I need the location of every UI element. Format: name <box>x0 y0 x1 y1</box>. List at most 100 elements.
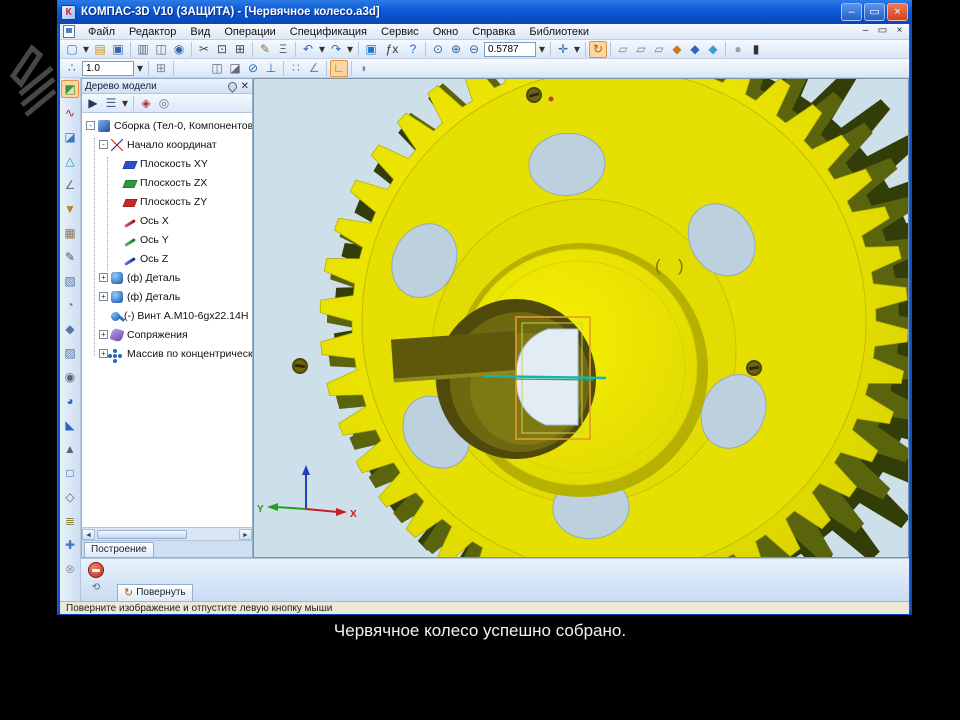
filters-button[interactable]: ▼ <box>61 200 79 218</box>
tree-row[interactable]: - Сборка (Тел-0, Компонентов-6) <box>82 116 252 135</box>
tab-construction[interactable]: Построение <box>84 542 154 557</box>
close-button[interactable]: × <box>887 3 908 21</box>
chamfer-operation-button[interactable]: ◣ <box>61 416 79 434</box>
tree-row[interactable]: + Сопряжения <box>82 325 252 344</box>
relations-view-button[interactable]: ◈ <box>137 95 155 112</box>
zoom-out-button[interactable]: ⊖ <box>465 41 483 58</box>
rib-operation-button[interactable]: ▲ <box>61 440 79 458</box>
redo-button[interactable]: ↷ <box>327 41 345 58</box>
specification-button[interactable]: ▦ <box>61 224 79 242</box>
copy-style-button[interactable]: ✎ <box>256 41 274 58</box>
ortho-mode-button[interactable]: ∟ <box>330 59 348 77</box>
copy-button[interactable]: ⊡ <box>213 41 231 58</box>
tree-expander[interactable]: + <box>99 273 108 282</box>
print-button[interactable]: ▥ <box>134 41 152 58</box>
menu-item-3[interactable]: Операции <box>217 25 282 39</box>
perpendicular-snap-button[interactable]: ⊥ <box>262 60 280 77</box>
mdi-close-button[interactable]: × <box>892 25 907 38</box>
perspective-button[interactable]: ◆ <box>704 41 722 58</box>
refresh-image-button[interactable]: ◗ <box>355 60 373 77</box>
hole-operation-button[interactable]: ◉ <box>61 368 79 386</box>
hidden-lines-button[interactable]: ▱ <box>632 41 650 58</box>
interrupt-command-button[interactable] <box>88 562 104 578</box>
open-document-button[interactable]: ▤ <box>91 41 109 58</box>
menu-item-1[interactable]: Редактор <box>122 25 183 39</box>
cut-button[interactable]: ✂ <box>195 41 213 58</box>
redo-dropdown-button[interactable]: ▾ <box>345 41 355 58</box>
scroll-thumb[interactable] <box>97 529 187 539</box>
variables-button[interactable]: ƒx <box>380 41 404 58</box>
tree-expander[interactable]: - <box>86 121 95 130</box>
section-display-button[interactable]: ◪ <box>226 60 244 77</box>
tab-rotate[interactable]: ↻ Повернуть <box>117 584 193 601</box>
menu-item-0[interactable]: Файл <box>81 25 122 39</box>
dot-grid-button[interactable]: ∷ <box>287 60 305 77</box>
tree-pointer-button[interactable]: ▶ <box>84 95 102 112</box>
extrude-operation-button[interactable]: ▧ <box>61 272 79 290</box>
pan-button[interactable]: ✛ <box>554 41 572 58</box>
shaded-wireframe-button[interactable]: ◆ <box>686 41 704 58</box>
mate-condition-button[interactable]: ✚ <box>61 536 79 554</box>
menu-item-7[interactable]: Справка <box>465 25 522 39</box>
shaded-button[interactable]: ◆ <box>668 41 686 58</box>
menu-item-6[interactable]: Окно <box>426 25 466 39</box>
phantoms-button[interactable]: ◫ <box>208 60 226 77</box>
undo-button[interactable]: ↶ <box>299 41 317 58</box>
current-step-input[interactable] <box>82 60 134 76</box>
tree-row[interactable]: + (ф) Деталь <box>82 287 252 306</box>
menu-item-5[interactable]: Сервис <box>374 25 426 39</box>
tree-expander[interactable]: - <box>99 140 108 149</box>
angle-snap-button[interactable]: ∠ <box>305 60 323 77</box>
minimize-button[interactable]: – <box>841 3 862 21</box>
mdi-restore-button[interactable]: ▭ <box>875 25 890 38</box>
loft-operation-button[interactable]: ▨ <box>61 344 79 362</box>
shell-operation-button[interactable]: □ <box>61 464 79 482</box>
tree-structure-button[interactable]: ☰ <box>102 95 120 112</box>
stop-operation-button[interactable]: ⊗ <box>61 560 79 578</box>
hidden-objects-button[interactable]: ◎ <box>155 95 173 112</box>
pin-icon[interactable] <box>225 79 239 93</box>
wireframe-button[interactable]: ▱ <box>614 41 632 58</box>
print-preview-button[interactable]: ◫ <box>152 41 170 58</box>
rounding-button[interactable]: ⊘ <box>244 60 262 77</box>
step-dropdown-button[interactable]: ▾ <box>135 60 145 77</box>
scroll-right-arrow[interactable]: ► <box>239 528 252 540</box>
auxiliary-geometry-button[interactable]: △ <box>61 152 79 170</box>
viewport-3d[interactable]: () Y X <box>253 78 909 558</box>
pan-dropdown-button[interactable]: ▾ <box>572 41 582 58</box>
reports-button[interactable]: ✎ <box>61 248 79 266</box>
new-document-button[interactable]: ▢ <box>63 41 81 58</box>
thread-operation-button[interactable]: ≣ <box>61 512 79 530</box>
titlebar[interactable]: К КОМПАС-3D V10 (ЗАЩИТА) - [Червячное ко… <box>57 0 912 24</box>
rotate-view-button[interactable]: ↻ <box>589 40 607 58</box>
tree-row[interactable]: + Массив по концентрическ <box>82 344 252 363</box>
grid-button[interactable]: ⊞ <box>152 60 170 77</box>
maximize-button[interactable]: ▭ <box>864 3 885 21</box>
zoom-window-button[interactable]: ⊙ <box>429 41 447 58</box>
undo-dropdown-button[interactable]: ▾ <box>317 41 327 58</box>
document-settings-button[interactable]: ▮ <box>747 41 765 58</box>
menu-item-4[interactable]: Спецификация <box>283 25 374 39</box>
tree-close-icon[interactable]: ✕ <box>241 81 249 91</box>
zoom-in-button[interactable]: ⊕ <box>447 41 465 58</box>
paste-button[interactable]: ⊞ <box>231 41 249 58</box>
edit-component-button[interactable]: ◩ <box>61 80 79 98</box>
document-icon[interactable] <box>63 25 75 38</box>
revolve-operation-button[interactable]: ◔ <box>61 296 79 314</box>
kinematic-operation-button[interactable]: ◆ <box>61 320 79 338</box>
new-dropdown-button[interactable]: ▾ <box>81 41 91 58</box>
scroll-left-arrow[interactable]: ◄ <box>82 528 95 540</box>
draft-operation-button[interactable]: ◇ <box>61 488 79 506</box>
menu-item-2[interactable]: Вид <box>183 25 217 39</box>
menu-item-8[interactable]: Библиотеки <box>522 25 596 39</box>
surfaces-button[interactable]: ◪ <box>61 128 79 146</box>
hidden-lines-thin-button[interactable]: ▱ <box>650 41 668 58</box>
save-document-button[interactable]: ▣ <box>109 41 127 58</box>
mdi-minimize-button[interactable]: – <box>858 25 873 38</box>
tree-structure-dropdown-button[interactable]: ▾ <box>120 95 130 112</box>
tree-expander[interactable]: + <box>99 292 108 301</box>
spatial-curves-button[interactable]: ∿ <box>61 104 79 122</box>
zoom-dropdown-button[interactable]: ▾ <box>537 41 547 58</box>
simplify-view-button[interactable]: ● <box>729 41 747 58</box>
tree-row[interactable]: (-) Винт А.М10-6gх22.14Н Г <box>82 306 252 325</box>
